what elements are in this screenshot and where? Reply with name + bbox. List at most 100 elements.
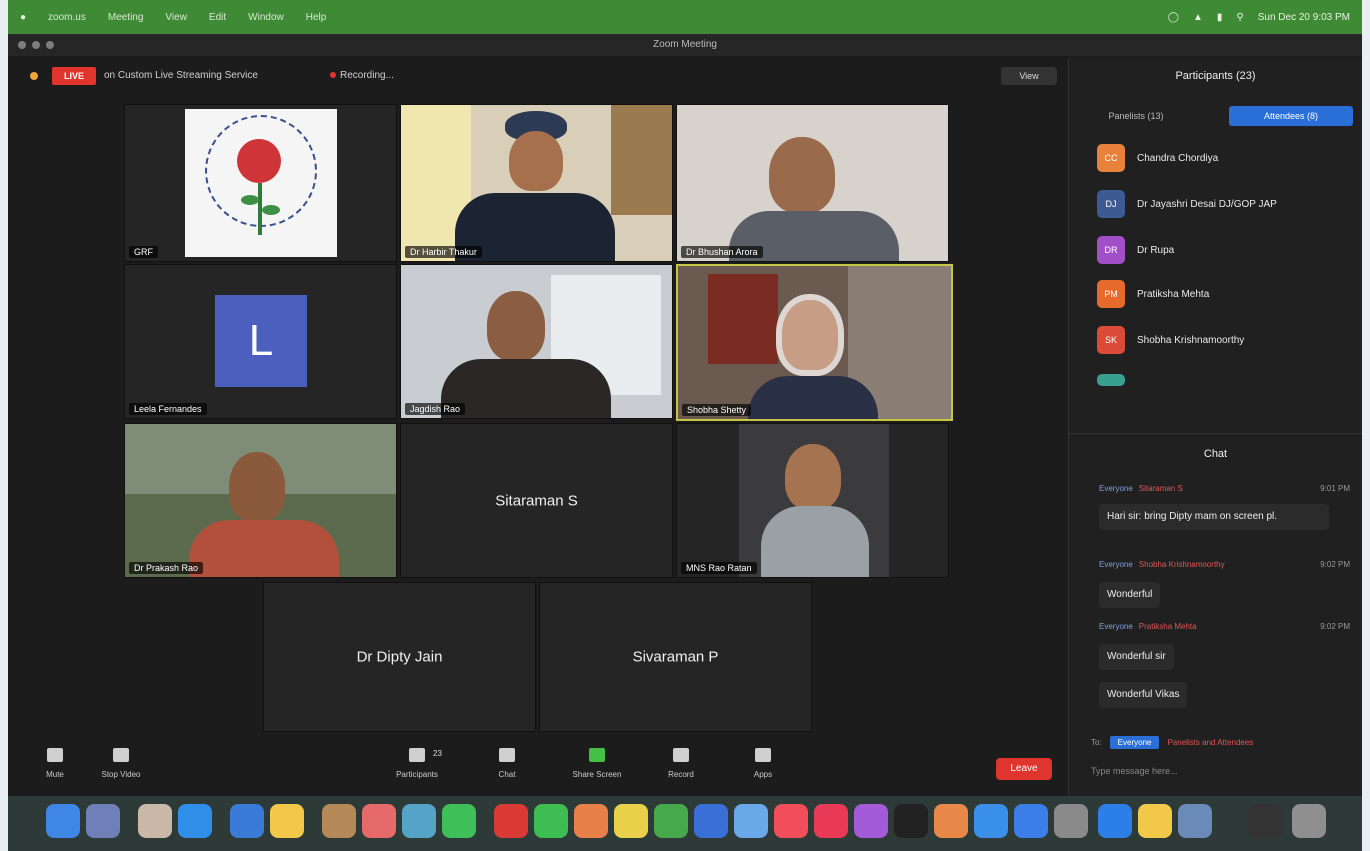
downloads-icon[interactable] — [1178, 804, 1212, 838]
video-tile-sivaraman[interactable]: Sivaraman P — [539, 582, 812, 732]
menu-zoom[interactable]: zoom.us — [48, 12, 86, 23]
chat-message: Wonderful sir — [1099, 644, 1174, 670]
chat-message: Wonderful — [1099, 582, 1161, 608]
video-tile-harbir[interactable]: Dr Harbir Thakur — [400, 104, 673, 262]
video-tile-grf[interactable]: GRF — [124, 104, 397, 262]
recording-indicator[interactable]: Recording... — [330, 70, 394, 81]
finder-icon[interactable] — [46, 804, 80, 838]
wifi-icon[interactable]: ▲ — [1193, 12, 1203, 23]
participant-row[interactable]: DR Dr Rupa — [1097, 234, 1174, 266]
participant-name: Dr Harbir Thakur — [405, 246, 482, 258]
news-icon[interactable] — [774, 804, 808, 838]
recording-label: Recording... — [340, 70, 394, 81]
shield-icon[interactable] — [30, 72, 38, 80]
participant-row[interactable]: SK Shobha Krishnamoorthy — [1097, 324, 1244, 356]
contacts-icon[interactable] — [322, 804, 356, 838]
pencil-icon[interactable] — [614, 804, 648, 838]
meeting-controls: Mute Stop Video Participants Chat Share … — [8, 740, 1066, 796]
photos-icon[interactable] — [138, 804, 172, 838]
suit — [761, 506, 869, 577]
tab-panelists[interactable]: Panelists (13) — [1097, 106, 1175, 126]
chat-sender: Everyone Pratiksha Mehta — [1099, 622, 1197, 631]
tab-attendees[interactable]: Attendees (8) — [1229, 106, 1353, 126]
photos-app-icon[interactable] — [574, 804, 608, 838]
facetime-icon[interactable] — [534, 804, 568, 838]
video-tile-sitaraman[interactable]: Sitaraman S — [400, 423, 673, 578]
participant-name: MNS Rao Ratan — [681, 562, 757, 574]
tv-icon[interactable] — [894, 804, 928, 838]
video-tile-mns-rao[interactable]: MNS Rao Ratan — [676, 423, 949, 578]
screenshot-icon[interactable] — [1248, 804, 1282, 838]
face — [487, 291, 545, 361]
chat-button[interactable]: Chat — [472, 748, 542, 779]
close-icon[interactable] — [18, 41, 26, 49]
podcasts-icon[interactable] — [854, 804, 888, 838]
mail-icon[interactable] — [230, 804, 264, 838]
share-screen-button[interactable]: Share Screen — [562, 748, 632, 779]
apps-icon — [755, 748, 771, 762]
music-icon[interactable] — [814, 804, 848, 838]
calendar-icon[interactable] — [362, 804, 396, 838]
keynote-icon[interactable] — [694, 804, 728, 838]
recipient-dropdown[interactable]: Everyone — [1109, 736, 1160, 749]
zoom-icon[interactable] — [46, 41, 54, 49]
apple-icon[interactable]: ● — [20, 12, 26, 23]
meeting-topbar: LIVE on Custom Live Streaming Service Re… — [8, 58, 1066, 98]
video-tile-dipty[interactable]: Dr Dipty Jain — [263, 582, 536, 732]
chat-icon — [499, 748, 515, 762]
menu-help[interactable]: Help — [306, 12, 327, 23]
preview-icon[interactable] — [734, 804, 768, 838]
view-button[interactable]: View — [1001, 67, 1057, 85]
video-tile-jagdish[interactable]: Jagdish Rao — [400, 264, 673, 419]
video-tile-leela[interactable]: L Leela Fernandes — [124, 264, 397, 419]
numbers-icon[interactable] — [654, 804, 688, 838]
maps-icon[interactable] — [402, 804, 436, 838]
apps-button[interactable]: Apps — [728, 748, 798, 779]
stop-video-button[interactable]: Stop Video — [86, 748, 156, 779]
mute-button[interactable]: Mute — [20, 748, 90, 779]
video-tile-bhushan[interactable]: Dr Bhushan Arora — [676, 104, 949, 262]
launchpad-icon[interactable] — [86, 804, 120, 838]
mac-menu-bar: ● zoom.us Meeting View Edit Window Help … — [8, 0, 1362, 34]
video-tile-prakash[interactable]: Dr Prakash Rao — [124, 423, 397, 578]
chat-time: 9:02 PM — [1320, 622, 1350, 631]
notes-icon[interactable] — [270, 804, 304, 838]
window-titlebar: Zoom Meeting — [8, 34, 1362, 56]
face — [769, 137, 835, 213]
menu-edit[interactable]: Edit — [209, 12, 226, 23]
participant-row[interactable] — [1097, 364, 1125, 396]
menu-window[interactable]: Window — [248, 12, 284, 23]
face — [776, 294, 844, 376]
safari-icon[interactable] — [178, 804, 212, 838]
video-tile-shobha-active-speaker[interactable]: Shobha Shetty — [676, 264, 953, 421]
participant-row[interactable]: CC Chandra Chordiya — [1097, 142, 1218, 174]
participant-name: Dr Prakash Rao — [129, 562, 204, 574]
leave-button[interactable]: Leave — [996, 758, 1052, 780]
folder-icon[interactable] — [1138, 804, 1172, 838]
settings-icon[interactable] — [1054, 804, 1088, 838]
participant-row[interactable]: DJ Dr Jayashri Desai DJ/GOP JAP — [1097, 188, 1277, 220]
trash-icon[interactable] — [1292, 804, 1326, 838]
chat-input[interactable]: Type message here... — [1091, 766, 1178, 776]
zoom-app-icon[interactable] — [1014, 804, 1048, 838]
avatar: CC — [1097, 144, 1125, 172]
battery-icon[interactable]: ▮ — [1217, 12, 1223, 23]
participant-row[interactable]: PM Pratiksha Mehta — [1097, 278, 1209, 310]
app-store-icon[interactable] — [974, 804, 1008, 838]
app-icon[interactable] — [494, 804, 528, 838]
minimize-icon[interactable] — [32, 41, 40, 49]
menu-meeting[interactable]: Meeting — [108, 12, 144, 23]
record-dot-icon — [330, 72, 336, 78]
messages-icon[interactable] — [442, 804, 476, 838]
zoom-icon[interactable] — [1098, 804, 1132, 838]
status-icon[interactable]: ◯ — [1168, 12, 1179, 23]
to-label: To: — [1091, 738, 1102, 747]
participant-name: Dr Bhushan Arora — [681, 246, 763, 258]
live-badge[interactable]: LIVE — [52, 67, 96, 85]
participant-name-center: Sitaraman S — [495, 492, 578, 509]
menu-view[interactable]: View — [165, 12, 187, 23]
books-icon[interactable] — [934, 804, 968, 838]
record-button[interactable]: Record — [646, 748, 716, 779]
search-icon[interactable]: ⚲ — [1236, 12, 1243, 23]
leaf-icon — [241, 195, 259, 205]
